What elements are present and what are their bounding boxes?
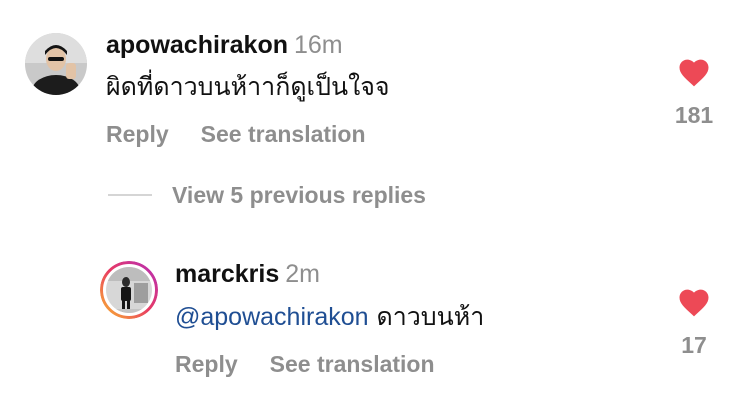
divider-line: [108, 194, 152, 196]
username[interactable]: marckris: [175, 260, 279, 288]
heart-filled-icon[interactable]: [664, 58, 724, 87]
like-control: 181: [664, 58, 724, 129]
reply-body: ดาวบนห้า: [376, 302, 485, 331]
timestamp: 2m: [285, 260, 320, 288]
view-replies-label: View 5 previous replies: [172, 182, 426, 208]
see-translation-button[interactable]: See translation: [201, 121, 366, 147]
reply-actions: Reply See translation: [175, 350, 435, 378]
like-count: 17: [681, 332, 707, 358]
comment-thread: apowachirakon 16m ผิดที่ดาวบนห้าาก็ดูเป็น…: [0, 0, 750, 407]
comment-text: ผิดที่ดาวบนห้าาก็ดูเป็นใจจ: [106, 72, 390, 101]
comment-actions: Reply See translation: [106, 120, 366, 148]
username[interactable]: apowachirakon: [106, 31, 288, 59]
timestamp: 16m: [294, 31, 343, 59]
reply-text: @apowachirakon ดาวบนห้า: [175, 300, 484, 334]
avatar[interactable]: [25, 33, 87, 95]
see-translation-button[interactable]: See translation: [270, 351, 435, 377]
mention-link[interactable]: @apowachirakon: [175, 303, 369, 331]
reply-button[interactable]: Reply: [175, 351, 238, 377]
avatar-story-ring[interactable]: [100, 261, 158, 319]
reply-header: marckris 2m: [175, 259, 320, 289]
view-previous-replies[interactable]: View 5 previous replies: [108, 181, 426, 209]
comment-header: apowachirakon 16m: [106, 30, 343, 60]
reply-button[interactable]: Reply: [106, 121, 169, 147]
like-control: 17: [664, 288, 724, 359]
like-count: 181: [674, 102, 714, 128]
heart-filled-icon[interactable]: [664, 288, 724, 317]
